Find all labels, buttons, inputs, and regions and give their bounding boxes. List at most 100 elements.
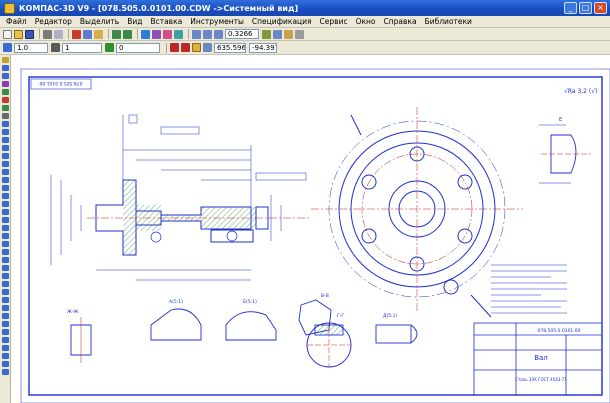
- polygon-icon[interactable]: [2, 177, 9, 183]
- mirror-icon[interactable]: [2, 345, 9, 351]
- cut-icon[interactable]: [72, 29, 81, 39]
- macro-icon[interactable]: [2, 265, 9, 271]
- rectangle-icon[interactable]: [2, 169, 9, 175]
- view-icon: [105, 43, 114, 52]
- designations-tool-icon[interactable]: [2, 73, 9, 79]
- toolbar-separator: [108, 29, 109, 39]
- paste-icon[interactable]: [94, 29, 103, 39]
- redo-icon[interactable]: [123, 29, 132, 39]
- copy-icon[interactable]: [83, 29, 92, 39]
- pan-icon[interactable]: [262, 29, 271, 39]
- drawing-area[interactable]: 078.505.0.0101.00 Е √Ra 3,2 (√) А(5:1) Б…: [11, 55, 610, 403]
- snap-icon[interactable]: [170, 43, 179, 52]
- menu-edit[interactable]: Редактор: [31, 17, 76, 26]
- local-cs-icon[interactable]: [192, 43, 201, 52]
- toolbar-separator: [188, 29, 189, 39]
- menu-window[interactable]: Окно: [352, 17, 380, 26]
- toolbar-separator: [137, 29, 138, 39]
- rotate-icon[interactable]: [2, 353, 9, 359]
- layer-icon: [51, 43, 60, 52]
- zoom-out-icon[interactable]: [203, 29, 212, 39]
- close-button[interactable]: ×: [594, 2, 607, 14]
- menu-help[interactable]: Справка: [380, 17, 421, 26]
- spec-tool-icon[interactable]: [2, 113, 9, 119]
- properties-icon[interactable]: [141, 29, 150, 39]
- point-icon[interactable]: [2, 121, 9, 127]
- chamfer-icon[interactable]: [2, 201, 9, 207]
- layers-icon[interactable]: [174, 29, 183, 39]
- trim-icon[interactable]: [2, 329, 9, 335]
- menu-bar: Файл Редактор Выделить Вид Вставка Инстр…: [0, 16, 610, 28]
- menu-libraries[interactable]: Библиотеки: [421, 17, 476, 26]
- section-label-b: Б(5:1): [243, 299, 257, 305]
- zoom-in-icon[interactable]: [192, 29, 201, 39]
- new-document-icon[interactable]: [3, 29, 12, 39]
- editing-tool-icon[interactable]: [2, 81, 9, 87]
- table-icon[interactable]: [2, 297, 9, 303]
- polyline-icon[interactable]: [2, 161, 9, 167]
- minimize-button[interactable]: _: [564, 2, 577, 14]
- split-icon[interactable]: [2, 321, 9, 327]
- fragment-icon[interactable]: [2, 273, 9, 279]
- bezier-icon[interactable]: [2, 185, 9, 191]
- menu-select[interactable]: Выделить: [76, 17, 123, 26]
- menu-service[interactable]: Сервис: [316, 17, 352, 26]
- aux-line-icon[interactable]: [2, 249, 9, 255]
- circle-icon[interactable]: [2, 137, 9, 143]
- kompas-app-icon[interactable]: [4, 2, 15, 14]
- zoom-window-icon[interactable]: [214, 29, 223, 39]
- open-folder-icon[interactable]: [14, 29, 23, 39]
- ellipse-icon[interactable]: [2, 153, 9, 159]
- ortho-icon[interactable]: [181, 43, 190, 52]
- roughness-mark: √Ra 3,2 (√): [564, 88, 597, 95]
- print-icon[interactable]: [43, 29, 52, 39]
- menu-file[interactable]: Файл: [2, 17, 31, 26]
- insert-view-icon[interactable]: [2, 281, 9, 287]
- arc-icon[interactable]: [2, 145, 9, 151]
- break-icon[interactable]: [2, 313, 9, 319]
- y-coordinate-field[interactable]: -94.397: [249, 42, 277, 53]
- equidistant-icon[interactable]: [2, 241, 9, 247]
- contour-icon[interactable]: [2, 225, 9, 231]
- zoom-input[interactable]: 0.3266: [225, 29, 259, 39]
- section-views: [70, 299, 418, 368]
- tangent-icon[interactable]: [2, 257, 9, 263]
- layer-field[interactable]: 1: [62, 42, 102, 53]
- refresh-icon[interactable]: [284, 29, 293, 39]
- window-controls: _ □ ×: [564, 2, 607, 14]
- step-cursor-icon: [3, 43, 12, 52]
- variables-icon[interactable]: [163, 29, 172, 39]
- preview-icon[interactable]: [54, 29, 63, 39]
- maximize-button[interactable]: □: [579, 2, 592, 14]
- view-field[interactable]: 0: [116, 42, 160, 53]
- menu-insert[interactable]: Вставка: [146, 17, 186, 26]
- section-label-e: Е: [559, 117, 562, 123]
- section-label-a: А(5:1): [169, 299, 183, 305]
- select-tool-icon[interactable]: [2, 105, 9, 111]
- move-icon[interactable]: [2, 369, 9, 375]
- text-icon[interactable]: [2, 289, 9, 295]
- extend-icon[interactable]: [2, 337, 9, 343]
- fillet-icon[interactable]: [2, 209, 9, 215]
- hatch-icon[interactable]: [2, 217, 9, 223]
- scale-icon[interactable]: [2, 361, 9, 367]
- drawing-canvas[interactable]: 078.505.0.0101.00 Е √Ra 3,2 (√) А(5:1) Б…: [11, 55, 610, 403]
- show-all-icon[interactable]: [273, 29, 282, 39]
- nurbs-icon[interactable]: [2, 193, 9, 199]
- grid-icon[interactable]: [295, 29, 304, 39]
- image-icon[interactable]: [2, 305, 9, 311]
- undo-icon[interactable]: [112, 29, 121, 39]
- dimensions-tool-icon[interactable]: [2, 65, 9, 71]
- menu-tools[interactable]: Инструменты: [186, 17, 248, 26]
- segment-icon[interactable]: [2, 129, 9, 135]
- save-icon[interactable]: [25, 29, 34, 39]
- cursor-step-field[interactable]: 1.0: [14, 42, 48, 53]
- libraries-manager-icon[interactable]: [152, 29, 161, 39]
- x-coordinate-field[interactable]: 635.596: [214, 42, 246, 53]
- geometry-tool-icon[interactable]: [2, 57, 9, 63]
- menu-specification[interactable]: Спецификация: [248, 17, 316, 26]
- offset-icon[interactable]: [2, 233, 9, 239]
- parametrization-tool-icon[interactable]: [2, 89, 9, 95]
- menu-view[interactable]: Вид: [123, 17, 146, 26]
- measure-tool-icon[interactable]: [2, 97, 9, 103]
